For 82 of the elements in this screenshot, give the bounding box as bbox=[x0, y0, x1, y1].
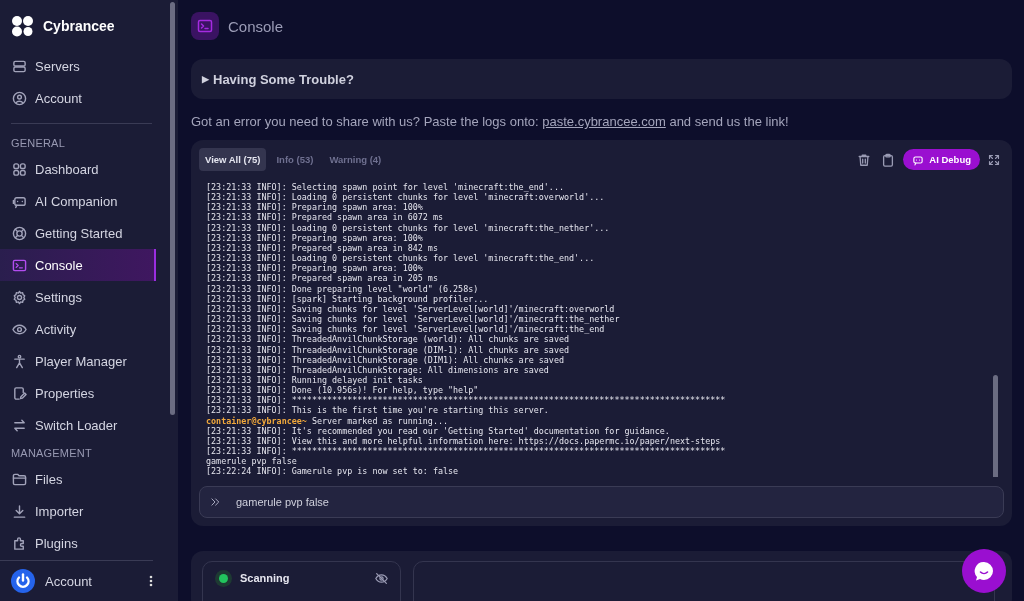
paste-link[interactable]: paste.cybrancee.com bbox=[542, 114, 666, 129]
server-icon bbox=[12, 58, 27, 74]
log-line: [23:21:33 INFO]: ************************************************************************************** bbox=[206, 395, 727, 406]
log-line: [23:21:33 INFO]: Saving chunks for level 'ServerLevel[world]'/minecraft:the_nether bbox=[206, 314, 621, 325]
swap-arrows-icon bbox=[12, 417, 27, 433]
sidebar-item[interactable]: Properties bbox=[0, 377, 156, 409]
sidebar-item[interactable]: AI Companion bbox=[0, 185, 156, 217]
log-line: [23:21:33 INFO]: ************************************************************************************** bbox=[206, 446, 727, 457]
log-line: [23:21:33 INFO]: Loading 0 persistent chunks for level 'minecraft:overworld'... bbox=[206, 192, 606, 203]
more-options-icon[interactable] bbox=[149, 575, 153, 587]
download-icon bbox=[12, 503, 27, 519]
logo-icon bbox=[11, 15, 35, 37]
trouble-toggle[interactable]: ▶ Having Some Trouble? bbox=[191, 59, 1012, 99]
trash-icon[interactable] bbox=[857, 152, 872, 167]
filter-tab[interactable]: View All (75) bbox=[199, 148, 267, 171]
sidebar-item[interactable]: Dashboard bbox=[0, 153, 156, 185]
person-icon bbox=[12, 353, 27, 369]
log-line: [23:21:33 INFO]: This is the first time you're starting this server. bbox=[206, 405, 550, 416]
grid-icon bbox=[12, 161, 27, 177]
scrollbar[interactable] bbox=[993, 375, 998, 477]
puzzle-icon bbox=[12, 535, 27, 551]
command-field[interactable]: gamerule pvp false bbox=[199, 485, 1004, 518]
sidebar-item[interactable]: Servers bbox=[0, 50, 156, 82]
eye-slash-icon[interactable] bbox=[375, 571, 388, 585]
log-line: container@cybrancee~ Server marked as running... bbox=[206, 415, 450, 426]
filter-tab[interactable]: Info (53) bbox=[270, 148, 320, 171]
robot-icon bbox=[912, 153, 925, 166]
command-input[interactable]: gamerule pvp false bbox=[234, 494, 993, 509]
log-line: [23:22:24 INFO]: Gamerule pvp is now set to: false bbox=[206, 466, 460, 477]
user-circle-icon bbox=[12, 90, 27, 106]
sidebar-item[interactable]: Plugins bbox=[0, 527, 156, 559]
log-line: [23:21:33 INFO]: It's recommended you read our 'Getting Started' documentation for guidance. bbox=[206, 425, 671, 436]
log-line: [23:21:33 INFO]: Saving chunks for level 'ServerLevel[world]'/minecraft:the_end bbox=[206, 324, 605, 335]
lifebuoy-icon bbox=[12, 225, 27, 241]
log-line: [23:21:33 INFO]: Done (10.956s)! For help, type "help" bbox=[206, 385, 480, 396]
log-line: [23:21:33 INFO]: ThreadedAnvilChunkStorage (world): All chunks are saved bbox=[206, 334, 570, 345]
section-heading: MANAGEMENT bbox=[10, 446, 93, 461]
sidebar-item[interactable]: Switch Loader bbox=[0, 409, 156, 441]
document-pen-icon bbox=[12, 385, 27, 401]
log-line: [23:21:33 INFO]: View this and more helpful information here: https://docs.papermc.io/paper/next-steps bbox=[206, 435, 722, 447]
brand-name: Cybrancee bbox=[43, 18, 115, 34]
sidebar-item[interactable]: Getting Started bbox=[0, 217, 156, 249]
log-line: [23:21:33 INFO]: Running delayed init tasks bbox=[206, 374, 424, 386]
ai-debug-button[interactable]: AI Debug bbox=[903, 149, 980, 170]
log-line: [23:21:33 INFO]: ThreadedAnvilChunkStorage (DIM-1): All chunks are saved bbox=[206, 344, 571, 355]
folder-icon bbox=[12, 471, 27, 487]
gear-icon bbox=[12, 289, 27, 305]
log-line: [23:21:33 INFO]: Prepared spawn area in 842 ms bbox=[206, 242, 439, 254]
log-line: [23:21:33 INFO]: Loading 0 persistent chunks for level 'minecraft:the_nether'... bbox=[206, 222, 611, 233]
terminal-icon bbox=[12, 257, 27, 273]
console-icon bbox=[191, 12, 219, 40]
sidebar-item[interactable]: Files bbox=[0, 463, 156, 495]
section-heading: GENERAL bbox=[10, 136, 66, 151]
log-line: [23:21:33 INFO]: Selecting spawn point for level 'minecraft:the_end'... bbox=[206, 182, 565, 193]
fullscreen-icon[interactable] bbox=[988, 153, 1000, 166]
page-title: Console bbox=[228, 17, 284, 35]
chat-bubble-icon bbox=[973, 560, 995, 582]
sidebar-item[interactable]: Importer bbox=[0, 495, 156, 527]
log-line: [23:21:33 INFO]: Loading 0 persistent chunks for level 'minecraft:the_end'... bbox=[206, 253, 596, 264]
sidebar-item[interactable]: Player Manager bbox=[0, 345, 156, 377]
clipboard-icon[interactable] bbox=[881, 152, 896, 167]
log-line: [23:21:33 INFO]: Saving chunks for level 'ServerLevel[world]'/minecraft:overworld bbox=[206, 303, 616, 315]
log-line: [23:21:33 INFO]: Done preparing level "world" (6.258s) bbox=[206, 283, 480, 294]
sidebar-item[interactable]: Settings bbox=[0, 281, 156, 313]
chevrons-right-icon bbox=[210, 496, 220, 507]
sidebar-item[interactable]: Console bbox=[0, 249, 156, 281]
sidebar-item[interactable]: Activity bbox=[0, 313, 156, 345]
log-line: [23:21:33 INFO]: ThreadedAnvilChunkStorage (DIM1): All chunks are saved bbox=[206, 354, 565, 365]
avatar-icon bbox=[11, 569, 35, 593]
account-name[interactable]: Account bbox=[45, 573, 139, 589]
log-line: gamerule pvp false bbox=[206, 456, 298, 467]
log-line: [23:21:33 INFO]: Prepared spawn area in 6072 ms bbox=[206, 212, 444, 223]
log-line: [23:21:33 INFO]: Prepared spawn area in 205 ms bbox=[206, 273, 439, 284]
log-line: [23:21:33 INFO]: Preparing spawn area: 100% bbox=[206, 263, 424, 274]
sidebar-item[interactable]: Account bbox=[0, 82, 156, 114]
scrollbar[interactable] bbox=[170, 2, 175, 415]
log-line: [23:21:33 INFO]: Preparing spawn area: 100% bbox=[206, 232, 424, 243]
log-line: [23:21:33 INFO]: [spark] Starting background profiler... bbox=[206, 293, 490, 304]
status-label: Scanning bbox=[240, 571, 291, 584]
log-line: [23:21:33 INFO]: Preparing spawn area: 100% bbox=[206, 202, 423, 213]
notice-text: Got an error you need to share with us? Paste the logs onto: paste.cybrancee.com and send us the link! bbox=[191, 114, 790, 129]
log-line: [23:21:33 INFO]: ThreadedAnvilChunkStorage: All dimensions are saved bbox=[206, 364, 550, 375]
